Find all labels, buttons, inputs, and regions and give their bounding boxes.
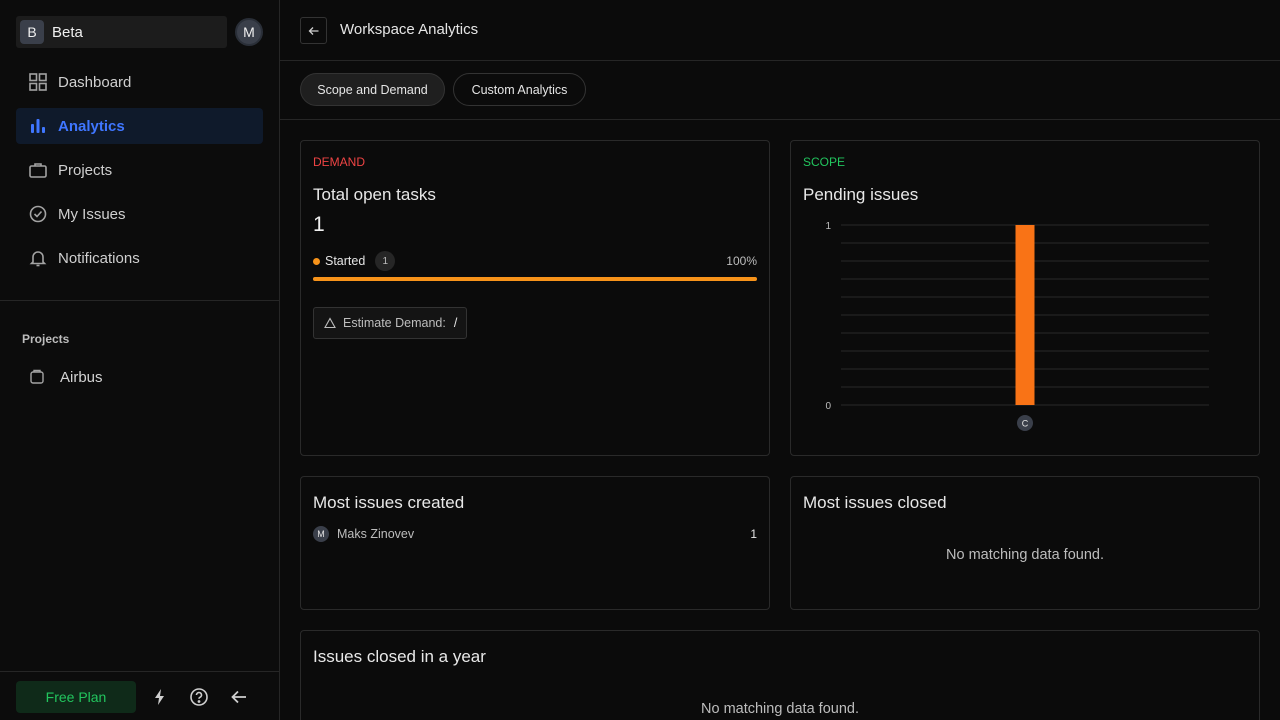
demand-card-title: Total open tasks [313,185,436,204]
projects-section-title: Projects [22,332,70,346]
x-tick-label: C [1022,419,1029,429]
check-circle-icon [29,205,47,223]
project-label: Airbus [60,368,103,386]
most-closed-card: Most issues closed No matching data foun… [790,476,1260,610]
issues-closed-year-card: Issues closed in a year No matching data… [300,630,1260,720]
header: Workspace Analytics [280,0,1280,61]
nav-label: Dashboard [58,73,132,91]
state-label: Started [325,254,366,268]
sidebar-project-airbus[interactable]: Airbus [28,368,103,386]
demand-progress-fill [313,277,757,281]
back-button[interactable] [300,17,327,44]
estimate-value: / [453,316,458,330]
scope-card: SCOPE Pending issues 01C [790,140,1260,456]
state-percent: 100% [726,254,757,268]
demand-card: DEMAND Total open tasks 1 Started 1 100%… [300,140,770,456]
bar-chart-icon [31,119,45,133]
demand-eyebrow: DEMAND [313,155,366,169]
bar [1015,225,1035,405]
sidebar: B Beta M Dashboard Analytics Projects My… [0,0,280,720]
avatar: M [313,526,329,542]
estimate-label: Estimate Demand: [343,316,446,330]
pending-issues-chart: 0 1 C [825,221,1209,431]
nav-label: Notifications [58,249,140,267]
nav-label: My Issues [58,205,126,223]
nav-label: Analytics [58,117,125,135]
nav-item-notifications[interactable]: Notifications [16,240,263,276]
briefcase-icon [29,163,47,178]
nav-item-projects[interactable]: Projects [16,152,263,188]
most-closed-title: Most issues closed [803,493,947,512]
tabs-bar: Scope and Demand Custom Analytics [280,61,1280,120]
grid-icon [29,73,47,91]
estimate-demand-button[interactable]: Estimate Demand: / [313,307,467,339]
arrow-left-icon [308,26,318,35]
triangle-icon [324,317,336,329]
project-icon [30,369,44,384]
list-item[interactable]: M Maks Zinovev 1 [313,525,757,543]
lightning-icon[interactable] [150,687,170,707]
tab-scope-and-demand[interactable]: Scope and Demand [300,73,445,106]
started-status-dot [313,257,320,265]
issues-closed-year-title: Issues closed in a year [313,647,486,666]
help-icon[interactable] [189,687,209,707]
workspace-logo: B [20,20,44,44]
collapse-sidebar-icon[interactable] [229,687,249,707]
bell-icon [29,251,47,267]
most-created-title: Most issues created [313,493,465,512]
nav-label: Projects [58,161,113,179]
y-tick-label: 0 [825,401,831,412]
main-content: Workspace Analytics Scope and Demand Cus… [280,0,1280,720]
tab-custom-analytics[interactable]: Custom Analytics [453,73,586,106]
issue-count: 1 [750,527,757,541]
sidebar-divider [0,300,280,301]
workspace-switcher[interactable]: B Beta [16,16,227,48]
empty-state-message: No matching data found. [701,701,859,717]
nav-item-analytics[interactable]: Analytics [16,108,263,144]
nav-item-dashboard[interactable]: Dashboard [16,64,263,100]
user-avatar[interactable]: M [235,18,263,46]
most-created-card: Most issues created M Maks Zinovev 1 [300,476,770,610]
main-nav: Dashboard Analytics Projects My Issues N… [16,64,263,284]
user-name: Maks Zinovev [337,527,415,541]
free-plan-button[interactable]: Free Plan [16,681,136,713]
workspace-name: Beta [52,23,83,41]
sidebar-footer: Free Plan [0,671,280,720]
demand-progress-bar [313,277,757,281]
page-title: Workspace Analytics [340,21,479,38]
y-tick-label: 1 [825,221,831,232]
total-open-tasks-value: 1 [313,213,325,236]
nav-item-my-issues[interactable]: My Issues [16,196,263,232]
state-legend-row: Started 1 100% [313,251,757,271]
empty-state-message: No matching data found. [946,547,1104,563]
state-count-badge: 1 [375,251,396,271]
